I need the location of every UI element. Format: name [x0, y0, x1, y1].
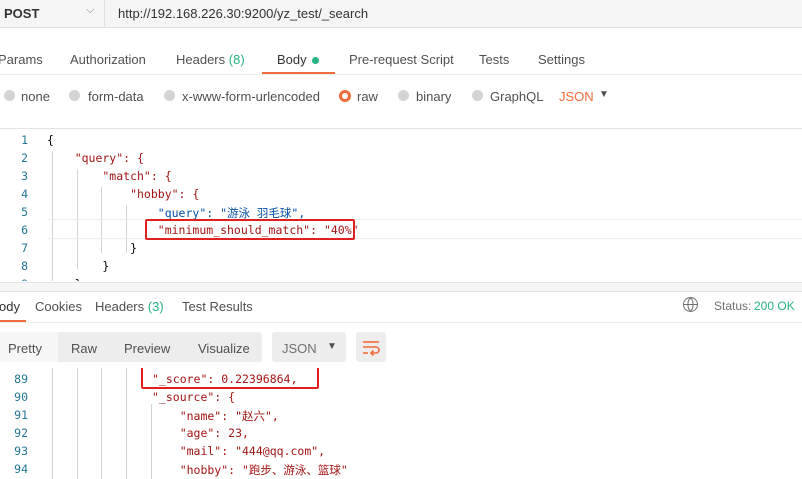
radio-raw-label: raw — [357, 89, 378, 104]
radio-none[interactable] — [4, 90, 15, 101]
tab-tests[interactable]: Tests — [479, 52, 509, 67]
line-number: 2 — [21, 151, 28, 165]
view-visualize-button[interactable]: Visualize — [198, 341, 250, 356]
tab-headers[interactable]: Headers (8) — [176, 52, 245, 67]
indent-guide — [52, 368, 53, 479]
code-line: "_source": { — [152, 390, 236, 404]
indent-guide — [101, 368, 102, 479]
url-text: http://192.168.226.30:9200/yz_test/_sear… — [118, 6, 369, 21]
status-value: 200 OK — [754, 299, 795, 313]
modified-dot-icon — [311, 57, 319, 65]
tab-cookies[interactable]: Cookies — [35, 299, 82, 314]
radio-raw[interactable] — [339, 90, 351, 102]
tab-headers-count: (8) — [228, 52, 245, 67]
tab-params[interactable]: Params — [0, 52, 43, 67]
globe-icon[interactable] — [683, 297, 698, 312]
view-pretty-button[interactable]: Pretty — [8, 341, 42, 356]
status-label: Status: — [714, 299, 752, 313]
radio-none-label: none — [21, 89, 50, 104]
line-number: 9 — [0, 277, 28, 281]
wrap-icon — [363, 341, 380, 357]
tab-response-headers[interactable]: Headers (3) — [95, 299, 164, 314]
line-number: 91 — [14, 408, 28, 422]
tab-headers-label: Headers — [176, 52, 226, 67]
radio-form-data-label: form-data — [88, 89, 144, 104]
tab-response-body[interactable]: ody — [0, 299, 20, 314]
code-line: "match": { — [47, 169, 172, 183]
annotation-highlight-box — [141, 368, 319, 389]
chevron-down-icon: ▼ — [327, 341, 337, 352]
pane-splitter[interactable] — [0, 282, 802, 292]
tab-authorization[interactable]: Authorization — [70, 52, 146, 67]
url-bar: POST ⌵ http://192.168.226.30:9200/yz_tes… — [0, 0, 802, 28]
code-line: "name": "赵六", — [152, 409, 279, 423]
wrap-lines-button[interactable] — [356, 332, 386, 362]
view-raw-button[interactable]: Raw — [71, 341, 97, 356]
chevron-down-icon[interactable]: ▼ — [599, 89, 609, 100]
line-number: 89 — [14, 372, 28, 386]
line-number: 92 — [14, 426, 28, 440]
line-number: 6 — [21, 223, 28, 237]
line-number: 4 — [21, 187, 28, 201]
code-line: } — [47, 277, 82, 281]
radio-form-data[interactable] — [69, 90, 80, 101]
radio-urlencoded-label: x-www-form-urlencoded — [182, 89, 320, 104]
radio-graphql[interactable] — [472, 90, 483, 101]
divider — [0, 322, 802, 323]
response-body-viewer[interactable]: 89 90 91 92 93 94 "_score": 0.22396864, … — [0, 368, 802, 479]
radio-binary[interactable] — [398, 90, 409, 101]
code-line: "mail": "444@qq.com", — [152, 444, 326, 458]
method-label: POST — [4, 6, 40, 21]
tab-body-label: Body — [277, 52, 307, 67]
radio-graphql-label: GraphQL — [490, 89, 544, 104]
tab-settings[interactable]: Settings — [538, 52, 585, 67]
line-number: 3 — [21, 169, 28, 183]
code-line: "hobby": { — [47, 187, 200, 201]
line-number: 8 — [21, 259, 28, 273]
divider — [0, 74, 802, 75]
indent-guide — [126, 368, 127, 479]
line-number: 90 — [14, 390, 28, 404]
radio-binary-label: binary — [416, 89, 452, 104]
indent-guide — [77, 368, 78, 479]
method-select[interactable]: POST ⌵ — [0, 0, 105, 28]
line-number: 7 — [21, 241, 28, 255]
url-input[interactable]: http://192.168.226.30:9200/yz_test/_sear… — [105, 0, 802, 28]
view-preview-button[interactable]: Preview — [124, 341, 170, 356]
code-line: "query": { — [47, 151, 144, 165]
line-number: 93 — [14, 444, 28, 458]
code-line: } — [47, 259, 110, 273]
radio-urlencoded[interactable] — [164, 90, 175, 101]
line-number: 1 — [21, 133, 28, 147]
chevron-down-icon: ⌵ — [86, 4, 95, 16]
code-line: "age": 23, — [152, 426, 249, 440]
tab-body[interactable]: Body — [277, 52, 319, 67]
tab-test-results[interactable]: Test Results — [182, 299, 253, 314]
request-body-editor[interactable]: 1 2 3 4 5 6 7 8 9 { "query": { "match": … — [0, 128, 802, 281]
tab-response-headers-count: (3) — [147, 299, 164, 314]
line-number: 5 — [21, 205, 28, 219]
tab-response-headers-label: Headers — [95, 299, 145, 314]
response-format-label: JSON — [282, 341, 317, 356]
annotation-highlight-box — [145, 219, 355, 240]
code-line: "hobby": "跑步、游泳、篮球" — [152, 463, 348, 477]
tab-pre-request-script[interactable]: Pre-request Script — [349, 52, 454, 67]
line-number: 94 — [14, 462, 28, 476]
body-format-select[interactable]: JSON — [559, 89, 594, 104]
code-line: } — [47, 241, 138, 255]
code-line: { — [47, 133, 54, 147]
